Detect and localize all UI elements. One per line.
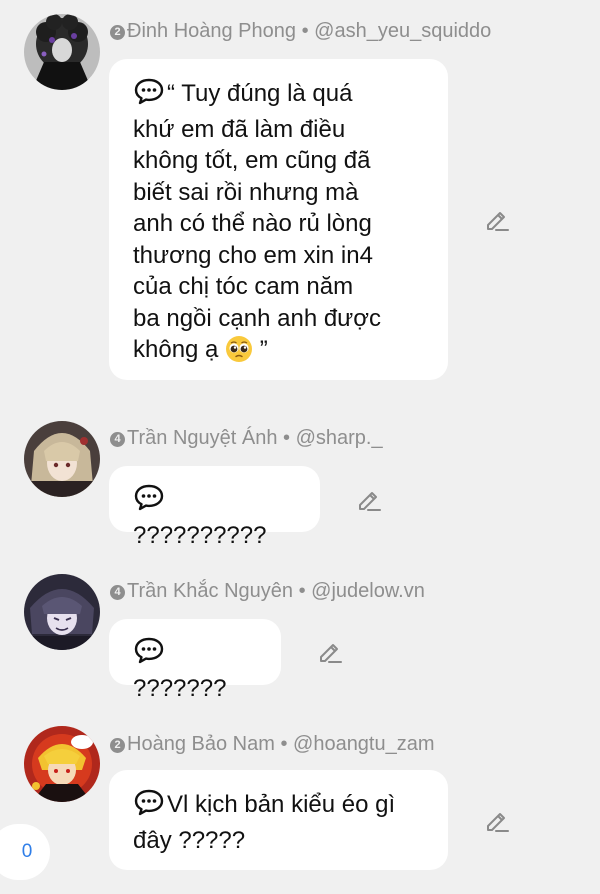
comment-author-line: 2 Đinh Hoàng Phong • @ash_yeu_squiddo bbox=[110, 20, 491, 43]
level-badge: 4 bbox=[110, 432, 125, 447]
comment-text: Vl kịch bản kiểu éo gì đây ????? bbox=[133, 791, 396, 854]
comment-bubble: ??????? bbox=[109, 619, 281, 702]
separator-dot: • bbox=[298, 580, 306, 602]
level-badge: 4 bbox=[110, 585, 125, 600]
comment-bubble: Vl kịch bản kiểu éo gì đây ????? bbox=[109, 770, 448, 870]
avatar[interactable] bbox=[24, 726, 100, 802]
pleading-face-emoji bbox=[225, 335, 253, 363]
author-handle[interactable]: @ash_yeu_squiddo bbox=[314, 20, 491, 42]
author-name[interactable]: Hoàng Bảo Nam bbox=[127, 733, 275, 755]
speech-bubble-icon bbox=[133, 77, 165, 114]
pencil-icon[interactable] bbox=[483, 807, 509, 833]
author-handle[interactable]: @hoangtu_zam bbox=[293, 733, 435, 755]
comment-text: ?????????? bbox=[133, 521, 267, 549]
comment-author-line: 4 Trần Nguyệt Ánh • @sharp._ bbox=[110, 427, 383, 450]
separator-dot: • bbox=[283, 427, 291, 449]
separator-dot: • bbox=[301, 20, 309, 42]
comment-bubble: ?????????? bbox=[109, 466, 320, 549]
comment-author-line: 4 Trần Khắc Nguyên • @judelow.vn bbox=[110, 580, 425, 603]
pencil-icon[interactable] bbox=[483, 206, 509, 232]
pencil-icon[interactable] bbox=[316, 638, 342, 664]
avatar[interactable] bbox=[24, 14, 100, 90]
comment-text-end: ” bbox=[253, 336, 268, 363]
author-handle[interactable]: @judelow.vn bbox=[311, 580, 425, 602]
pencil-icon[interactable] bbox=[355, 486, 381, 512]
level-badge: 2 bbox=[110, 738, 125, 753]
author-handle[interactable]: @sharp._ bbox=[296, 427, 383, 449]
author-name[interactable]: Trần Nguyệt Ánh bbox=[127, 427, 277, 449]
comment-bubble: “ Tuy đúng là quá khứ em đã làm điều khô… bbox=[109, 59, 448, 380]
avatar[interactable] bbox=[24, 421, 100, 497]
separator-dot: • bbox=[280, 733, 288, 755]
speech-bubble-icon bbox=[133, 483, 165, 520]
speech-bubble-icon bbox=[133, 636, 165, 673]
speech-bubble-icon bbox=[133, 788, 165, 825]
author-name[interactable]: Trần Khắc Nguyên bbox=[127, 580, 293, 602]
comment-author-line: 2 Hoàng Bảo Nam • @hoangtu_zam bbox=[110, 733, 435, 756]
comment-text: “ Tuy đúng là quá khứ em đã làm điều khô… bbox=[133, 80, 381, 363]
comment-counter-button[interactable]: 0 bbox=[0, 824, 50, 880]
comment-text: ??????? bbox=[133, 674, 227, 702]
avatar[interactable] bbox=[24, 574, 100, 650]
author-name[interactable]: Đinh Hoàng Phong bbox=[127, 20, 296, 42]
level-badge: 2 bbox=[110, 25, 125, 40]
